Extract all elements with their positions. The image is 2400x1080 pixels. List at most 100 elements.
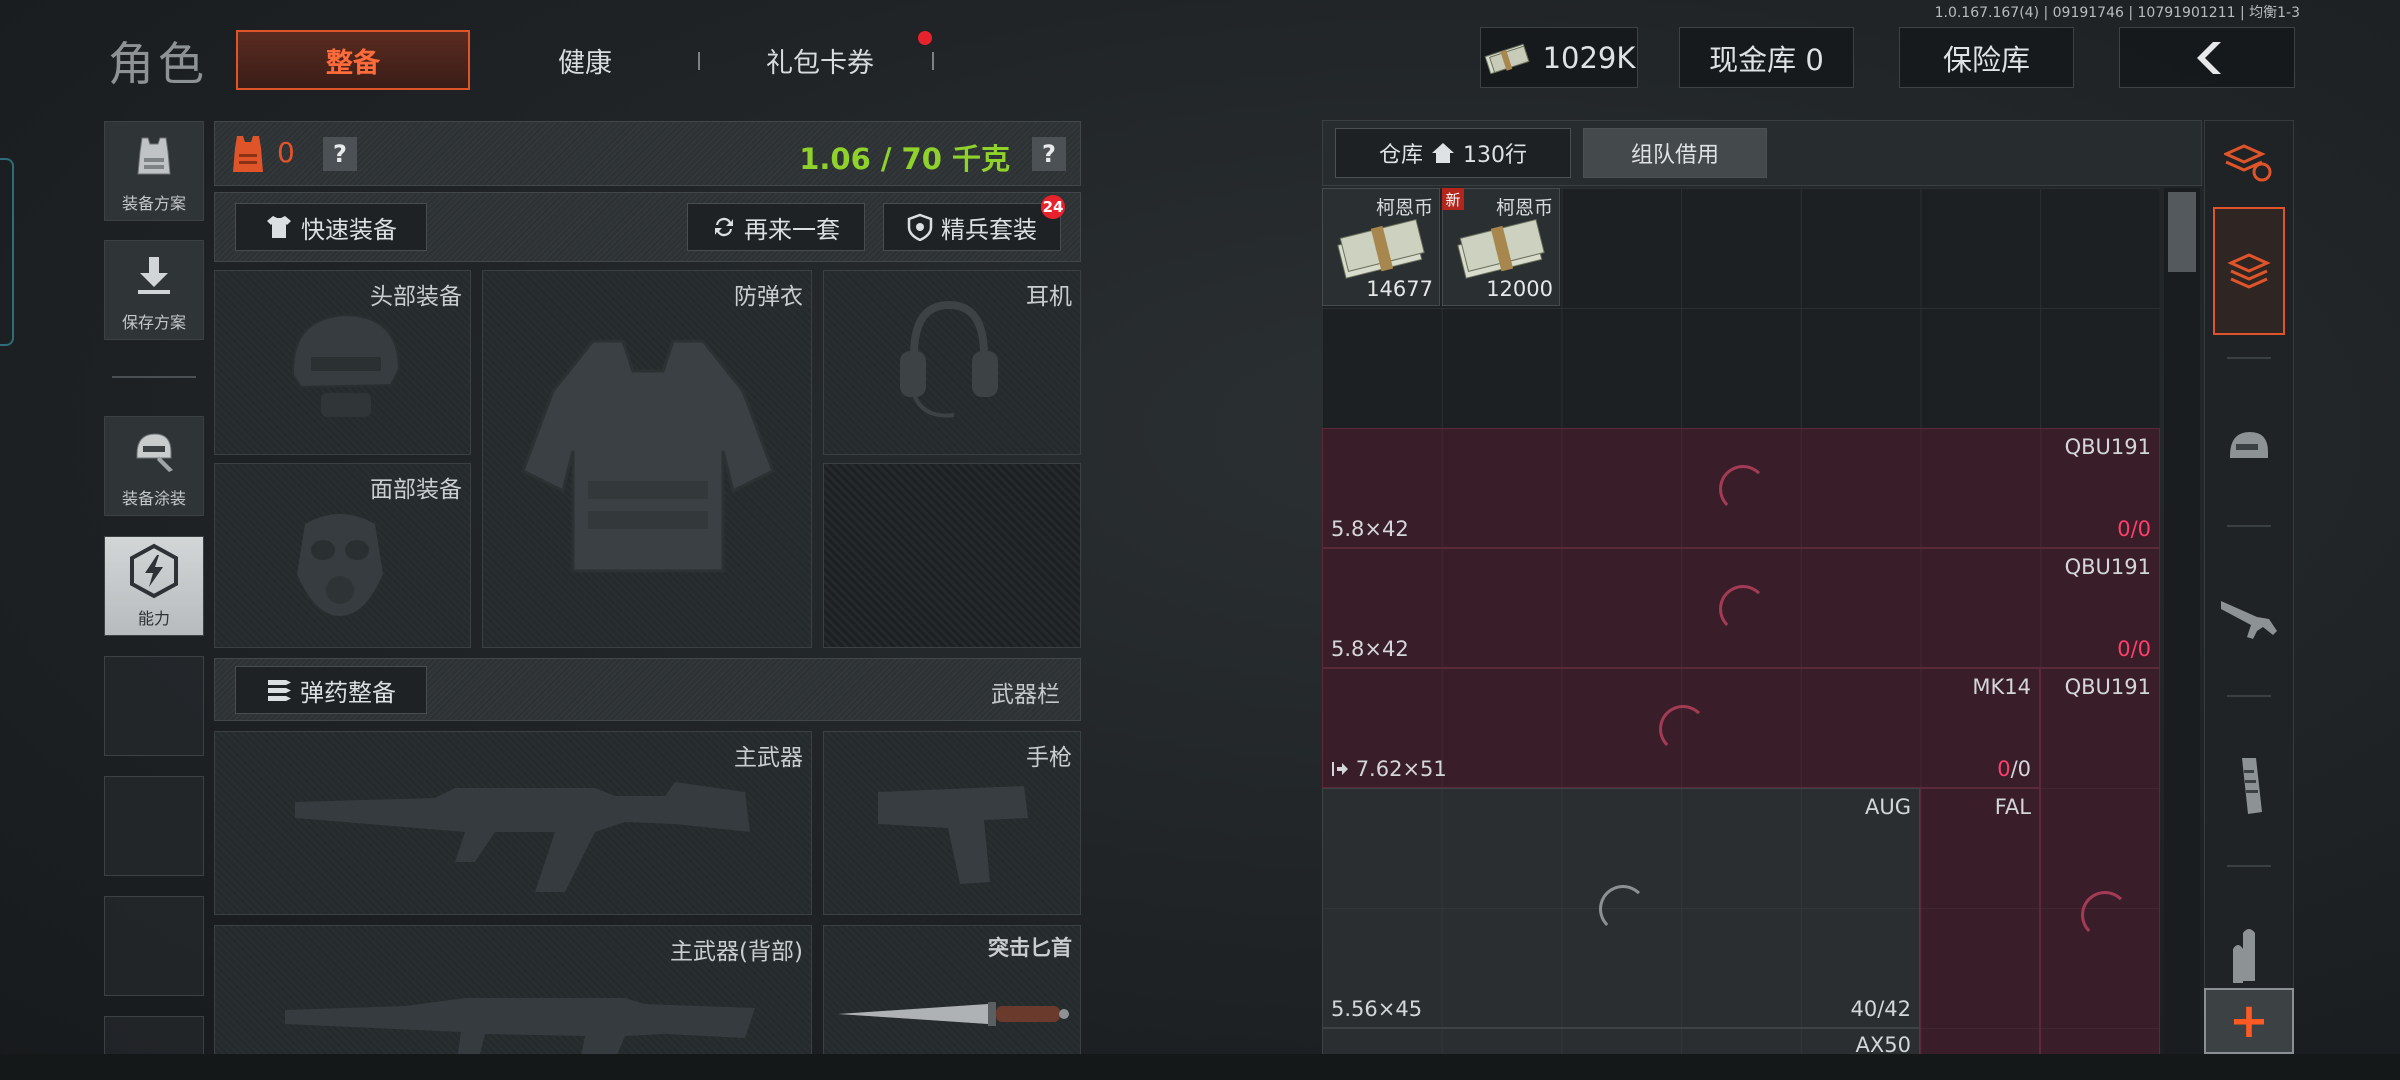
- stack-icon: [2227, 253, 2271, 289]
- cash-vault-button[interactable]: 现金库 0: [1679, 27, 1854, 88]
- armor-vest-icon: [233, 136, 263, 172]
- slot-label: 面部装备: [370, 477, 462, 503]
- weapon-item-aug[interactable]: AUG 5.56×45 40/42: [1322, 788, 1920, 1028]
- shield-icon: [907, 213, 933, 241]
- bottom-strip: [0, 1054, 2400, 1080]
- helmet-icon: [291, 313, 401, 417]
- quick-actions-bar: 快速装备 再来一套 精兵套装 24: [214, 192, 1081, 262]
- ability-hex-icon: [130, 543, 178, 599]
- caliber-label: 7.62×51: [1331, 757, 1447, 781]
- add-button[interactable]: +: [2204, 988, 2294, 1054]
- slot-label: 耳机: [1026, 284, 1072, 310]
- retry-set-button[interactable]: 再来一套: [687, 203, 865, 251]
- sidebar-item-label: 装备方案: [121, 194, 186, 213]
- body-armor-icon: [521, 339, 775, 573]
- ammo-count: 0/0: [1997, 757, 2031, 781]
- rail-divider: [2227, 865, 2271, 867]
- slot-pistol[interactable]: 手枪: [823, 731, 1081, 915]
- armor-help-button[interactable]: ?: [323, 137, 357, 171]
- cash-icon: [1484, 43, 1530, 74]
- new-badge: 新: [1442, 188, 1464, 210]
- headset-icon: [900, 300, 998, 418]
- weapon-item-qbu191[interactable]: QBU191 5.8×42 0/0: [1322, 548, 2160, 668]
- home-icon: [1432, 143, 1454, 163]
- tab-equip[interactable]: 整备: [236, 30, 470, 90]
- slot-primary-weapon-back[interactable]: 主武器(背部): [214, 925, 812, 1055]
- rail-helmet-button[interactable]: [2205, 371, 2293, 521]
- shirt-icon: [267, 216, 291, 238]
- armor-count: 0: [277, 136, 295, 169]
- download-icon: [138, 257, 170, 294]
- warehouse-scrollbar[interactable]: [2164, 188, 2200, 1054]
- money-item[interactable]: 柯恩币 14677: [1322, 188, 1440, 306]
- slot-vest[interactable]: 防弹衣: [482, 270, 812, 648]
- sidebar-empty-slot: [104, 656, 204, 756]
- ammo-count: 0/0: [2117, 517, 2151, 541]
- edge-bracket: [0, 158, 14, 346]
- loading-spinner-icon: [2081, 891, 2129, 939]
- rail-stack-button[interactable]: [2213, 207, 2285, 335]
- slot-primary-weapon[interactable]: 主武器: [214, 731, 812, 915]
- equip-arrow-icon: [1332, 762, 1348, 776]
- weapon-item-mk14[interactable]: MK14 7.62×51 0/0: [1322, 668, 2040, 788]
- sidebar-item-ability[interactable]: 能力: [104, 536, 204, 636]
- vest-icon: [137, 137, 171, 175]
- bullet-icon: [2233, 929, 2255, 983]
- slot-label: 主武器(背部): [670, 939, 803, 965]
- tab-gift-coupons[interactable]: 礼包卡券: [720, 30, 920, 90]
- gas-mask-icon: [297, 514, 383, 616]
- sidebar-empty-slot: [104, 896, 204, 996]
- elite-set-button[interactable]: 精兵套装: [883, 203, 1061, 251]
- notification-dot: [918, 31, 932, 45]
- weapon-item-qbu191[interactable]: QBU191 5.8×42 0/0: [1322, 428, 2160, 548]
- sidebar-item-label: 能力: [137, 609, 170, 628]
- back-button[interactable]: [2119, 27, 2295, 88]
- chevron-left-icon: [2197, 41, 2221, 74]
- slot-head[interactable]: 头部装备: [214, 270, 471, 455]
- pistol-icon: [878, 786, 1028, 884]
- rail-refresh-button[interactable]: [2205, 121, 2293, 205]
- team-borrow-tab[interactable]: 组队借用: [1583, 128, 1767, 178]
- slot-label: 手枪: [1026, 745, 1072, 771]
- category-rail: [2204, 120, 2294, 1054]
- insurance-vault-button[interactable]: 保险库: [1899, 27, 2074, 88]
- rifle-icon: [295, 782, 750, 892]
- weapon-item-fal[interactable]: FAL: [1920, 788, 2040, 1054]
- sidebar-item-loadout[interactable]: 装备方案: [104, 121, 204, 221]
- ammo-bar: 弹药整备 武器栏: [214, 658, 1081, 721]
- rail-weapon-button[interactable]: [2205, 541, 2293, 691]
- ammo-equip-button[interactable]: 弹药整备: [235, 666, 427, 714]
- loading-spinner-icon: [1599, 885, 1647, 933]
- weight-help-button[interactable]: ?: [1032, 137, 1066, 171]
- quick-equip-button[interactable]: 快速装备: [235, 203, 427, 251]
- rifle-icon: [2221, 601, 2277, 639]
- loading-spinner-icon: [1659, 705, 1707, 753]
- rail-divider: [2227, 525, 2271, 527]
- ammo-count: 40/42: [1850, 997, 1911, 1021]
- slot-headset[interactable]: 耳机: [823, 270, 1081, 455]
- sidebar-divider: [112, 376, 196, 378]
- tab-health[interactable]: 健康: [500, 30, 670, 90]
- sidebar-item-label: 保存方案: [121, 313, 186, 332]
- currency-amount: 1029K: [1542, 40, 1636, 75]
- warehouse-grid: 柯恩币 14677 新 柯恩币 12000 QBU191 5.8×42 0/0 …: [1322, 188, 2160, 1054]
- sidebar-item-save[interactable]: 保存方案: [104, 240, 204, 340]
- rail-magazine-button[interactable]: [2205, 711, 2293, 861]
- helmet-paint-icon: [136, 433, 173, 472]
- rail-divider: [2227, 695, 2271, 697]
- cash-stack-icon: [1337, 218, 1425, 279]
- magazine-icon: [2242, 758, 2262, 814]
- warehouse-tab[interactable]: 仓库 130行: [1335, 128, 1571, 178]
- scrollbar-thumb[interactable]: [2168, 192, 2196, 272]
- slot-face[interactable]: 面部装备: [214, 463, 471, 648]
- weapon-item-ax50[interactable]: AX50: [1322, 1028, 1920, 1054]
- elite-set-badge: 24: [1041, 195, 1065, 219]
- currency-display[interactable]: 1029K: [1480, 27, 1638, 88]
- weapon-item-qbu191[interactable]: QBU191: [2040, 668, 2160, 1054]
- sidebar-item-paint[interactable]: 装备涂装: [104, 416, 204, 516]
- ammo-count: 0/0: [2117, 637, 2151, 661]
- sidebar-empty-slot: [104, 776, 204, 876]
- loading-spinner-icon: [1719, 585, 1767, 633]
- slot-knife[interactable]: 突击匕首: [823, 925, 1081, 1055]
- slot-label: 突击匕首: [988, 936, 1072, 960]
